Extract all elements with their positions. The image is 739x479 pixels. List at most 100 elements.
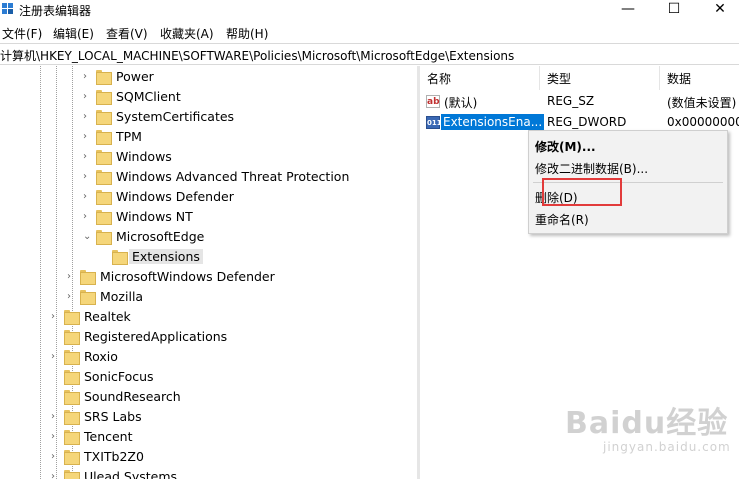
tree-item-label: Realtek [84, 309, 131, 324]
address-bar[interactable]: 计算机\HKEY_LOCAL_MACHINE\SOFTWARE\Policies… [0, 43, 739, 65]
value-name: ExtensionsEna... [441, 114, 545, 130]
tree-item-sqmclient[interactable]: › SQMClient [0, 87, 417, 107]
menu-favorites[interactable]: 收藏夹(A) [160, 25, 214, 42]
folder-icon [96, 70, 112, 85]
watermark-logo: Baidu经验 [565, 406, 729, 441]
folder-icon [96, 210, 112, 225]
tree-item-txitb2z0[interactable]: › TXITb2Z0 [0, 447, 417, 467]
folder-icon [96, 130, 112, 145]
tree-item-registeredapplications[interactable]: RegisteredApplications [0, 327, 417, 347]
folder-icon [64, 450, 80, 465]
menu-item-label: 修改(M)... [535, 140, 596, 154]
column-divider[interactable] [539, 66, 540, 90]
tree-item-label: Extensions [129, 249, 203, 264]
tree-item-tpm[interactable]: › TPM [0, 127, 417, 147]
title-bar: 注册表编辑器 — ☐ ✕ [0, 0, 739, 20]
tree-item-microsoftedge[interactable]: ⌄ MicrosoftEdge [0, 227, 417, 247]
tree-item-realtek[interactable]: › Realtek [0, 307, 417, 327]
watermark-url: jingyan.baidu.com [603, 440, 731, 454]
chevron-right-icon[interactable]: › [83, 91, 91, 103]
tree-item-label: Windows Defender [116, 189, 234, 204]
chevron-right-icon[interactable]: › [67, 291, 75, 303]
folder-icon [80, 270, 96, 285]
menu-bar: 文件(F) 编辑(E) 查看(V) 收藏夹(A) 帮助(H) [0, 22, 739, 42]
folder-icon [96, 110, 112, 125]
maximize-button[interactable]: ☐ [652, 0, 696, 20]
chevron-right-icon[interactable]: › [83, 171, 91, 183]
tree-item-label: MicrosoftEdge [116, 229, 205, 244]
value-type: REG_DWORD [547, 115, 627, 129]
chevron-right-icon[interactable]: › [67, 271, 75, 283]
value-data: 0x00000000 [667, 115, 739, 129]
folder-icon [96, 190, 112, 205]
tree-item-soundresearch[interactable]: SoundResearch [0, 387, 417, 407]
tree-item-srs-labs[interactable]: › SRS Labs [0, 407, 417, 427]
chevron-right-icon[interactable]: › [83, 191, 91, 203]
menu-help[interactable]: 帮助(H) [226, 25, 268, 42]
menu-item-label: 修改二进制数据(B)... [535, 162, 649, 176]
tree-item-systemcertificates[interactable]: › SystemCertificates [0, 107, 417, 127]
registry-editor-icon [2, 3, 13, 14]
chevron-right-icon[interactable]: › [83, 131, 91, 143]
menu-item-label: 重命名(R) [535, 213, 589, 227]
folder-icon [64, 370, 80, 385]
chevron-right-icon[interactable]: › [51, 351, 59, 363]
chevron-right-icon[interactable]: › [83, 111, 91, 123]
chevron-right-icon[interactable]: › [51, 411, 59, 423]
close-button[interactable]: ✕ [698, 0, 739, 20]
tree-item-label: TPM [116, 129, 142, 144]
tree-item-windows-defender[interactable]: › Windows Defender [0, 187, 417, 207]
column-header-type[interactable]: 类型 [547, 70, 571, 87]
tree-item-microsoftwindows-defender[interactable]: › MicrosoftWindows Defender [0, 267, 417, 287]
tree-item-power[interactable]: › Power [0, 67, 417, 87]
folder-icon [96, 150, 112, 165]
value-data: (数值未设置) [667, 96, 737, 110]
tree-item-label: SonicFocus [84, 369, 154, 384]
folder-icon [96, 230, 112, 245]
column-divider[interactable] [659, 66, 660, 90]
chevron-right-icon[interactable]: › [83, 151, 91, 163]
address-path[interactable]: 计算机\HKEY_LOCAL_MACHINE\SOFTWARE\Policies… [0, 47, 514, 64]
folder-icon [96, 90, 112, 105]
column-header-data[interactable]: 数据 [667, 70, 691, 87]
tree-item-ulead-systems[interactable]: › Ulead Systems [0, 467, 417, 479]
tree-item-label: Mozilla [100, 289, 144, 304]
tree-item-windows-nt[interactable]: › Windows NT [0, 207, 417, 227]
tree-item-label: Windows Advanced Threat Protection [116, 169, 350, 184]
menu-view[interactable]: 查看(V) [106, 25, 148, 42]
tree-item-windows-atp[interactable]: › Windows Advanced Threat Protection [0, 167, 417, 187]
chevron-right-icon[interactable]: › [51, 431, 59, 443]
tree-item-tencent[interactable]: › Tencent [0, 427, 417, 447]
tree-item-label: RegisteredApplications [84, 329, 228, 344]
minimize-button[interactable]: — [606, 0, 650, 20]
registry-tree[interactable]: › Power › SQMClient › SystemCertificates… [0, 66, 417, 479]
folder-icon [64, 430, 80, 445]
chevron-right-icon[interactable]: › [51, 471, 59, 479]
tree-item-label: Power [116, 69, 154, 84]
tree-item-label: SRS Labs [84, 409, 142, 424]
folder-icon [112, 250, 128, 265]
tree-item-label: TXITb2Z0 [84, 449, 144, 464]
tree-item-mozilla[interactable]: › Mozilla [0, 287, 417, 307]
tree-item-label: SystemCertificates [116, 109, 235, 124]
chevron-right-icon[interactable]: › [51, 451, 59, 463]
folder-icon [64, 470, 80, 479]
chevron-right-icon[interactable]: › [83, 71, 91, 83]
menu-item-rename[interactable]: 重命名(R) [529, 208, 727, 230]
menu-edit[interactable]: 编辑(E) [53, 25, 94, 42]
chevron-down-icon[interactable]: ⌄ [83, 231, 91, 243]
chevron-right-icon[interactable]: › [51, 311, 59, 323]
tree-item-label: Windows NT [116, 209, 193, 224]
tree-item-extensions[interactable]: Extensions [0, 247, 417, 267]
value-row-default[interactable]: ab (默认) REG_SZ (数值未设置) [420, 92, 739, 112]
tree-item-roxio[interactable]: › Roxio [0, 347, 417, 367]
menu-item-modify-binary[interactable]: 修改二进制数据(B)... [529, 157, 727, 179]
chevron-right-icon[interactable]: › [83, 211, 91, 223]
folder-icon [96, 170, 112, 185]
menu-file[interactable]: 文件(F) [2, 25, 42, 42]
tree-item-sonicfocus[interactable]: SonicFocus [0, 367, 417, 387]
folder-icon [64, 330, 80, 345]
tree-item-windows[interactable]: › Windows [0, 147, 417, 167]
menu-item-modify[interactable]: 修改(M)... [529, 135, 727, 157]
column-header-name[interactable]: 名称 [427, 70, 451, 87]
